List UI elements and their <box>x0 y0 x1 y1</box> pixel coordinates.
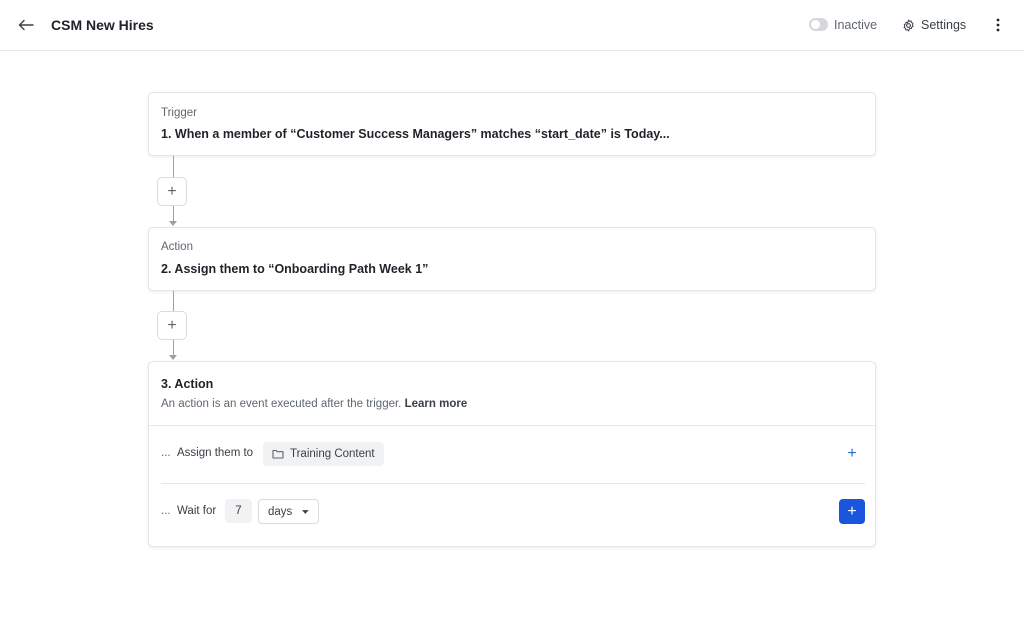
plus-icon: + <box>847 502 857 520</box>
plus-icon: + <box>847 445 857 462</box>
wait-unit-value: days <box>268 505 293 518</box>
step-summary: 1. When a member of “Customer Success Ma… <box>161 127 670 141</box>
gear-icon <box>903 19 914 31</box>
add-action-button[interactable]: + <box>839 499 865 524</box>
arrow-left-icon <box>18 19 34 31</box>
top-bar: CSM New Hires Inactive Settings <box>0 0 1024 51</box>
step-kind-label: Action <box>161 241 193 253</box>
connector-line <box>173 156 174 177</box>
back-button[interactable] <box>15 13 37 37</box>
content-target-label: Training Content <box>290 448 375 460</box>
wait-unit-select[interactable]: days <box>258 499 319 524</box>
wait-amount-value: 7 <box>235 505 242 517</box>
learn-more-link[interactable]: Learn more <box>405 398 468 410</box>
connector-line <box>173 340 174 356</box>
content-target-chip[interactable]: Training Content <box>263 442 384 466</box>
connector-line <box>173 291 174 311</box>
kebab-icon <box>996 18 1000 32</box>
divider <box>161 483 865 484</box>
add-step-button[interactable]: + <box>157 177 187 206</box>
connector-line <box>173 206 174 222</box>
step-summary: 2. Assign them to “Onboarding Path Week … <box>161 262 429 276</box>
connector-arrow-icon <box>169 221 177 226</box>
action-editor-description: An action is an event executed after the… <box>161 398 467 410</box>
more-options-button[interactable] <box>990 15 1006 35</box>
row-handle: ... <box>161 447 171 459</box>
divider <box>149 425 875 426</box>
caret-down-icon <box>302 509 309 514</box>
add-content-button[interactable]: + <box>843 445 861 463</box>
page-title: CSM New Hires <box>51 17 154 33</box>
row-verb: Assign them to <box>177 447 254 459</box>
row-handle: ... <box>161 505 171 517</box>
status-label: Inactive <box>834 18 878 32</box>
trigger-step-card[interactable]: Trigger 1. When a member of “Customer Su… <box>148 92 876 156</box>
add-step-button[interactable]: + <box>157 311 187 340</box>
plus-icon: + <box>167 182 177 200</box>
step-kind-label: Trigger <box>161 107 197 119</box>
description-text: An action is an event executed after the… <box>161 398 402 410</box>
plus-icon: + <box>167 316 177 334</box>
connector-arrow-icon <box>169 355 177 360</box>
active-toggle[interactable] <box>809 18 828 31</box>
action-step-card[interactable]: Action 2. Assign them to “Onboarding Pat… <box>148 227 876 291</box>
settings-button[interactable]: Settings <box>902 16 966 34</box>
action-editor-title: 3. Action <box>161 377 214 391</box>
action-editor-card: 3. Action An action is an event executed… <box>148 361 876 547</box>
row-verb: Wait for <box>177 505 217 517</box>
settings-label: Settings <box>921 18 967 32</box>
wait-amount-input[interactable]: 7 <box>225 499 252 523</box>
folder-icon <box>272 449 284 459</box>
